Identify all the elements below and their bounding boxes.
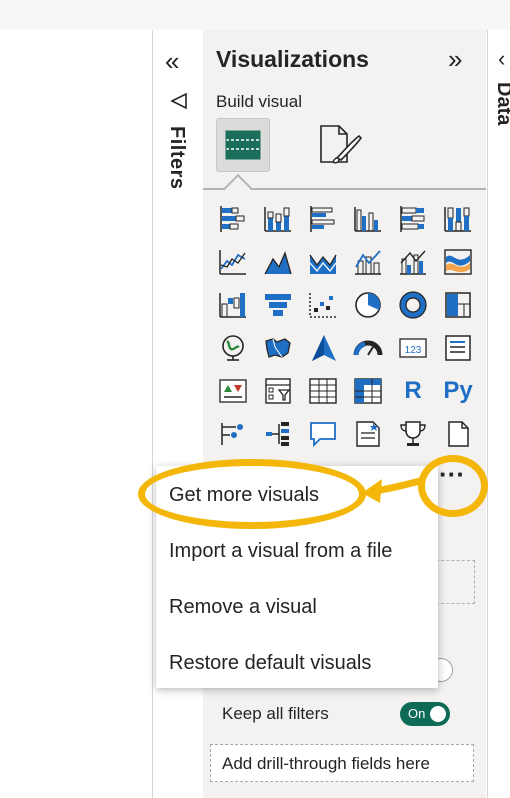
gauge-icon[interactable] (351, 331, 385, 365)
build-visual-label: Build visual (216, 92, 302, 111)
highlight-circle-get-more-visuals (138, 459, 366, 529)
100-stacked-bar-chart-icon[interactable] (396, 202, 430, 236)
line-and-clustered-column-chart-icon[interactable] (396, 245, 430, 279)
stacked-area-chart-icon[interactable] (306, 245, 340, 279)
tab-pointer (223, 173, 253, 203)
build-visual-tab[interactable] (216, 118, 270, 172)
ribbon-chart-icon[interactable] (441, 245, 475, 279)
100-stacked-column-chart-icon[interactable] (441, 202, 475, 236)
decomposition-tree-icon[interactable] (261, 417, 295, 451)
smart-narrative-icon[interactable] (351, 417, 385, 451)
azure-map-icon[interactable] (306, 331, 340, 365)
r-script-label: R (404, 377, 422, 404)
drill-through-fields-well[interactable]: Add drill-through fields here (210, 744, 474, 782)
drill-through-placeholder: Add drill-through fields here (222, 754, 430, 773)
menu-item-remove-visual[interactable]: Remove a visual (169, 596, 317, 619)
slicer-icon[interactable] (261, 374, 295, 408)
paginated-report-icon[interactable] (441, 417, 475, 451)
card-icon[interactable]: 123 (396, 331, 430, 365)
keep-all-filters-toggle[interactable]: On (400, 702, 450, 726)
top-strip (0, 0, 510, 31)
donut-chart-icon[interactable] (396, 288, 430, 322)
stacked-column-chart-icon[interactable] (261, 202, 295, 236)
qa-visual-icon[interactable] (306, 417, 340, 451)
data-pane: ‹ Data (487, 30, 510, 798)
funnel-icon (170, 92, 187, 110)
stacked-bar-chart-icon[interactable] (216, 202, 250, 236)
pie-chart-icon[interactable] (351, 288, 385, 322)
field-well-placeholder[interactable] (436, 560, 475, 604)
toggle-knob (430, 706, 446, 722)
python-visual-icon[interactable]: Py (441, 374, 475, 408)
keep-all-filters-label: Keep all filters (222, 704, 329, 723)
highlight-circle-more-button (418, 455, 488, 517)
paintbrush-page-icon[interactable] (317, 124, 363, 168)
python-label: Py (443, 377, 473, 404)
kpi-icon[interactable] (216, 374, 250, 408)
card-icon-text: 123 (405, 345, 422, 356)
treemap-icon[interactable] (441, 288, 475, 322)
double-chevron-left-icon[interactable]: « (165, 48, 179, 74)
line-and-stacked-column-chart-icon[interactable] (351, 245, 385, 279)
goals-trophy-icon[interactable] (396, 417, 430, 451)
line-chart-icon[interactable] (216, 245, 250, 279)
waterfall-chart-icon[interactable] (216, 288, 250, 322)
menu-item-restore-default-visuals[interactable]: Restore default visuals (169, 652, 371, 675)
area-chart-icon[interactable] (261, 245, 295, 279)
menu-item-import-visual[interactable]: Import a visual from a file (169, 540, 392, 563)
funnel-chart-icon[interactable] (261, 288, 295, 322)
filled-map-icon[interactable] (261, 331, 295, 365)
scatter-chart-icon[interactable] (306, 288, 340, 322)
report-canvas[interactable] (0, 30, 152, 798)
map-globe-icon[interactable] (216, 331, 250, 365)
clustered-bar-chart-icon[interactable] (306, 202, 340, 236)
clustered-column-chart-icon[interactable] (351, 202, 385, 236)
grid-table-icon (225, 130, 261, 160)
table-icon[interactable] (306, 374, 340, 408)
multi-row-card-icon[interactable] (441, 331, 475, 365)
r-script-visual-icon[interactable]: R (396, 374, 430, 408)
key-influencers-icon[interactable] (216, 417, 250, 451)
toggle-text: On (408, 706, 426, 721)
chevron-left-icon[interactable]: ‹ (498, 46, 505, 72)
data-label[interactable]: Data (492, 82, 510, 125)
highlight-arrow-icon (362, 477, 424, 503)
visualizations-title: Visualizations (216, 46, 369, 72)
filters-label[interactable]: Filters (165, 126, 188, 190)
matrix-icon[interactable] (351, 374, 385, 408)
double-chevron-right-icon[interactable]: » (448, 46, 462, 72)
